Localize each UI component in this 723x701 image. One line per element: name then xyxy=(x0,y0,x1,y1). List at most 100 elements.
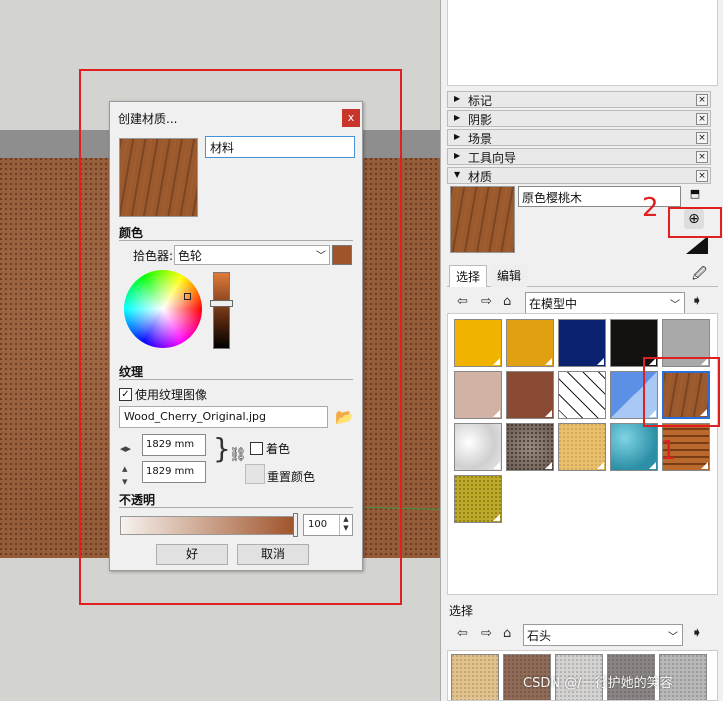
material-swatch-navy[interactable] xyxy=(558,319,606,367)
material-swatch-water[interactable] xyxy=(610,423,658,471)
annotation-box-1 xyxy=(643,357,720,427)
tray-materials[interactable]: ▼ 材质 × xyxy=(447,167,711,184)
tray-shadows[interactable]: ▶ 阴影 × xyxy=(447,110,711,127)
material-swatch-beige[interactable] xyxy=(454,371,502,419)
reset-color-label: 重置颜色 xyxy=(267,470,316,484)
use-texture-row[interactable]: ✓ 使用纹理图像 xyxy=(119,386,207,403)
ok-button[interactable]: 好 xyxy=(156,544,228,565)
collapse-arrow-icon: ▼ xyxy=(454,170,461,179)
browse-folder-icon[interactable]: 📂 xyxy=(335,408,354,426)
annotation-box-2 xyxy=(668,207,722,238)
color-picker-value: 色轮 xyxy=(178,249,203,263)
opacity-spinner-icon[interactable]: ▲ ▼ xyxy=(339,515,352,535)
material-swatch-marble[interactable] xyxy=(454,423,502,471)
panel-top-area xyxy=(447,0,718,86)
color-wheel[interactable] xyxy=(124,270,202,348)
details-arrow-icon[interactable]: ➧ xyxy=(691,293,703,309)
tray-label: 阴影 xyxy=(468,113,493,127)
in-model-marker-icon xyxy=(493,462,500,469)
lower-collection-select[interactable]: 石头 ﹀ xyxy=(523,624,683,646)
brightness-handle[interactable] xyxy=(210,300,233,307)
in-model-marker-icon xyxy=(493,410,500,417)
use-texture-label: 使用纹理图像 xyxy=(135,388,208,402)
close-icon[interactable]: × xyxy=(696,113,708,125)
colorize-checkbox[interactable] xyxy=(250,442,263,455)
material-grid xyxy=(447,313,718,595)
tray-label: 工具向导 xyxy=(468,151,517,165)
colorize-label: 着色 xyxy=(266,442,291,456)
stone-swatch-sandstone[interactable] xyxy=(451,654,499,700)
chevron-down-icon: ﹀ xyxy=(670,300,680,311)
material-swatch-sand[interactable] xyxy=(558,423,606,471)
expand-arrow-icon: ▶ xyxy=(454,151,461,160)
display-secondary-icon[interactable]: ⬒ xyxy=(688,187,702,205)
divider xyxy=(119,507,353,508)
color-picker-label: 拾色器: xyxy=(133,249,174,263)
back-arrow-icon[interactable]: ⇦ xyxy=(457,294,468,309)
close-icon[interactable]: × xyxy=(696,151,708,163)
collection-select[interactable]: 在模型中 ﹀ xyxy=(525,292,685,314)
back-arrow-icon[interactable]: ⇦ xyxy=(457,626,468,641)
material-swatch-herringbone[interactable] xyxy=(558,371,606,419)
brightness-slider[interactable] xyxy=(213,272,230,349)
current-color-swatch[interactable] xyxy=(332,245,352,265)
default-tray-panel: ▶ 标记 × ▶ 阴影 × ▶ 场景 × ▶ 工具向导 × ▼ 材质 × 原色樱… xyxy=(440,0,723,701)
color-section-title: 颜色 xyxy=(119,226,144,240)
active-material-preview xyxy=(450,186,515,253)
chevron-down-icon: ﹀ xyxy=(316,251,326,262)
color-picker-select[interactable]: 色轮 ﹀ xyxy=(174,245,330,265)
forward-arrow-icon[interactable]: ⇨ xyxy=(481,626,492,641)
in-model-marker-icon xyxy=(597,410,604,417)
link-chain-icon[interactable]: ⛓ xyxy=(229,447,247,463)
home-icon[interactable]: ⌂ xyxy=(503,294,511,309)
width-arrows-icon: ◂▸ xyxy=(120,442,132,455)
texture-file-field[interactable]: Wood_Cherry_Original.jpg xyxy=(119,406,328,428)
material-tab-bar: 选择 编辑 xyxy=(447,263,718,287)
tray-scenes[interactable]: ▶ 场景 × xyxy=(447,129,711,146)
divider xyxy=(119,379,353,380)
material-swatch-granite[interactable] xyxy=(506,423,554,471)
texture-width-input[interactable]: 1829 mm xyxy=(142,434,206,456)
tray-label: 材质 xyxy=(468,170,493,184)
tray-tags[interactable]: ▶ 标记 × xyxy=(447,91,711,108)
texture-height-input[interactable]: 1829 mm xyxy=(142,461,206,483)
in-model-marker-icon xyxy=(545,358,552,365)
tray-label: 场景 xyxy=(468,132,493,146)
tab-select[interactable]: 选择 xyxy=(449,265,488,287)
close-icon[interactable]: x xyxy=(342,109,360,127)
close-icon[interactable]: × xyxy=(696,94,708,106)
opacity-slider[interactable] xyxy=(120,516,296,535)
material-swatch-yellow[interactable] xyxy=(454,319,502,367)
tray-label: 标记 xyxy=(468,94,493,108)
home-icon[interactable]: ⌂ xyxy=(503,626,511,641)
eyedropper-icon[interactable]: 🖉 xyxy=(692,263,707,287)
annotation-number-1: 1 xyxy=(660,436,677,466)
tab-edit[interactable]: 编辑 xyxy=(491,265,528,287)
material-swatch-amber[interactable] xyxy=(506,319,554,367)
material-swatch-moss[interactable] xyxy=(454,475,502,523)
default-material-icon[interactable] xyxy=(686,236,708,254)
forward-arrow-icon[interactable]: ⇨ xyxy=(481,294,492,309)
colorize-row[interactable]: 着色 xyxy=(250,440,290,457)
lower-collection-value: 石头 xyxy=(527,629,552,643)
watermark: CSDN @/一行护她的笑容 xyxy=(523,676,673,691)
height-arrows-icon: ▴ ▾ xyxy=(122,462,128,488)
close-icon[interactable]: × xyxy=(696,170,708,182)
opacity-slider-thumb[interactable] xyxy=(293,513,298,537)
details-arrow-icon[interactable]: ➧ xyxy=(691,625,703,641)
in-model-marker-icon xyxy=(597,462,604,469)
in-model-marker-icon xyxy=(701,462,708,469)
opacity-section-title: 不透明 xyxy=(119,493,156,507)
in-model-marker-icon xyxy=(649,462,656,469)
material-name-field[interactable]: 材料 xyxy=(205,136,355,158)
cancel-button[interactable]: 取消 xyxy=(237,544,309,565)
material-swatch-brown[interactable] xyxy=(506,371,554,419)
reset-color-button[interactable] xyxy=(245,464,265,484)
dialog-title: 创建材质... xyxy=(118,112,178,126)
color-wheel-marker[interactable] xyxy=(184,293,191,300)
close-icon[interactable]: × xyxy=(696,132,708,144)
lower-select-label: 选择 xyxy=(449,604,474,618)
tray-instructor[interactable]: ▶ 工具向导 × xyxy=(447,148,711,165)
use-texture-checkbox[interactable]: ✓ xyxy=(119,388,132,401)
material-preview xyxy=(119,138,198,217)
